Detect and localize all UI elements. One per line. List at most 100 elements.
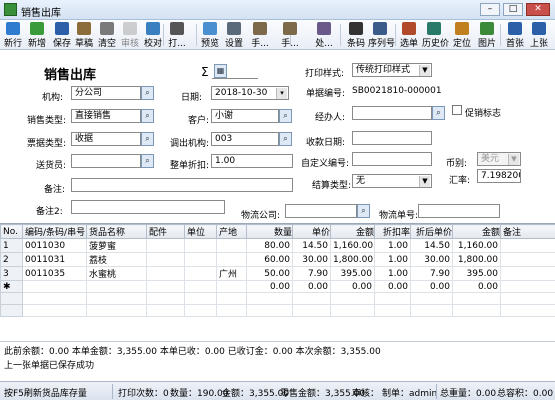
table-cell[interactable]: 0.00 — [292, 280, 331, 293]
calendar-icon[interactable]: ▦ — [214, 64, 227, 78]
table-cell[interactable]: 1.00 — [374, 252, 411, 267]
table-cell[interactable]: 14.50 — [292, 238, 331, 253]
settle-select[interactable]: 无 ▼ — [352, 174, 432, 188]
bill-type-field[interactable]: 收据 — [71, 132, 141, 146]
first-button[interactable]: 首张 — [503, 21, 527, 49]
draft-button[interactable]: 草稿 — [72, 21, 96, 49]
new-button[interactable]: 新增 — [25, 21, 49, 49]
table-cell[interactable]: 0011031 — [22, 252, 87, 267]
org-field[interactable]: 分公司 — [71, 86, 141, 100]
table-cell[interactable] — [146, 280, 185, 293]
close-button[interactable]: ✕ — [526, 3, 550, 16]
table-cell[interactable]: 2 — [0, 252, 23, 267]
column-header[interactable]: 金额 — [452, 224, 501, 239]
prev-button[interactable]: 上张 — [527, 21, 551, 49]
table-cell[interactable]: 1.00 — [374, 266, 411, 281]
courier-field[interactable] — [71, 154, 141, 168]
remark2-field[interactable] — [71, 200, 225, 214]
transfer-org-field[interactable]: 003 — [211, 132, 279, 146]
table-cell[interactable]: 0.00 — [246, 280, 293, 293]
search-icon[interactable]: ⌕ — [141, 154, 154, 168]
table-cell[interactable]: 0.00 — [410, 280, 453, 293]
settings-button[interactable]: 设置 — [222, 21, 246, 49]
barcode-button[interactable]: 条码 — [344, 21, 368, 49]
table-cell[interactable]: 1.00 — [374, 238, 411, 253]
table-cell[interactable]: 3 — [0, 266, 23, 281]
table-cell[interactable] — [500, 238, 555, 253]
history-price-button[interactable]: 历史价 — [422, 21, 449, 49]
process-button[interactable]: 处... — [312, 21, 336, 49]
currency-select[interactable]: 美元 ▼ — [477, 152, 521, 166]
table-cell[interactable]: 广州 — [216, 266, 247, 281]
search-icon[interactable]: ⌕ — [432, 106, 445, 120]
sigma-icon[interactable]: Σ — [201, 65, 209, 79]
new-row-button[interactable]: 新行 — [1, 21, 25, 49]
table-cell[interactable]: 30.00 — [410, 252, 453, 267]
table-cell[interactable] — [184, 266, 217, 281]
table-row[interactable]: 2 0011031 荔枝 60.00 30.00 1,800.00 1.00 30.00 1,8… — [0, 252, 555, 267]
chevron-down-icon[interactable]: ▼ — [419, 176, 430, 187]
column-header[interactable]: 金额 — [330, 224, 375, 239]
table-cell[interactable]: 1,800.00 — [452, 252, 501, 267]
logistics-field[interactable] — [285, 204, 357, 218]
serial-button[interactable]: 序列号 — [368, 21, 395, 49]
table-cell[interactable] — [500, 266, 555, 281]
table-cell[interactable]: 0.00 — [330, 280, 375, 293]
handler-field[interactable] — [352, 106, 432, 120]
table-cell[interactable]: 7.90 — [292, 266, 331, 281]
table-cell[interactable]: 1,160.00 — [452, 238, 501, 253]
logistics-no-field[interactable] — [418, 204, 500, 218]
remark-field[interactable] — [71, 178, 293, 192]
table-cell[interactable]: 菠萝蜜 — [86, 238, 147, 253]
search-icon[interactable]: ⌕ — [357, 204, 370, 218]
column-header[interactable]: 编码/条码/串号 — [22, 224, 87, 239]
table-cell[interactable]: 水蜜桃 — [86, 266, 147, 281]
table-cell[interactable]: 395.00 — [330, 266, 375, 281]
discount-field[interactable]: 1.00 — [211, 154, 293, 168]
search-icon[interactable]: ⌕ — [141, 132, 154, 146]
column-header[interactable]: 单位 — [184, 224, 217, 239]
table-cell[interactable]: 1,160.00 — [330, 238, 375, 253]
table-cell[interactable]: 0.00 — [374, 280, 411, 293]
maximize-button[interactable]: □ — [503, 3, 523, 16]
column-header[interactable]: 折扣率 — [374, 224, 411, 239]
promo-checkbox[interactable] — [452, 105, 462, 115]
select-order-button[interactable]: 选单 — [397, 21, 421, 49]
table-cell[interactable] — [184, 252, 217, 267]
table-cell[interactable]: 50.00 — [246, 266, 293, 281]
table-cell[interactable]: 30.00 — [292, 252, 331, 267]
table-cell[interactable]: 0011035 — [22, 266, 87, 281]
table-cell[interactable] — [500, 252, 555, 267]
table-cell[interactable]: 14.50 — [410, 238, 453, 253]
table-row[interactable]: ✱ 0.00 0.00 0.00 0.00 0.00 0.00 — [0, 280, 555, 293]
table-cell[interactable]: 1,800.00 — [330, 252, 375, 267]
table-cell[interactable]: 荔枝 — [86, 252, 147, 267]
column-header[interactable]: 备注 — [500, 224, 555, 239]
table-cell[interactable]: 7.90 — [410, 266, 453, 281]
minimize-button[interactable]: – — [480, 3, 500, 16]
due-date-field[interactable] — [352, 131, 432, 145]
column-header[interactable]: 折后单价 — [410, 224, 453, 239]
table-cell[interactable] — [86, 280, 147, 293]
date-field[interactable]: 2018-10-30 ▾ — [211, 86, 289, 100]
picture-button[interactable]: 图片 — [475, 21, 499, 49]
table-cell[interactable]: 1 — [0, 238, 23, 253]
table-cell[interactable] — [216, 238, 247, 253]
table-cell[interactable] — [146, 252, 185, 267]
table-cell[interactable] — [216, 252, 247, 267]
clear-button[interactable]: 清空 — [95, 21, 119, 49]
search-icon[interactable]: ⌕ — [279, 132, 292, 146]
print-style-select[interactable]: 传统打印样式 ▼ — [352, 63, 432, 77]
table-cell[interactable]: ✱ — [0, 280, 23, 293]
column-header[interactable]: 数量 — [246, 224, 293, 239]
table-cell[interactable]: 80.00 — [246, 238, 293, 253]
table-cell[interactable]: 0011030 — [22, 238, 87, 253]
column-header[interactable]: 单价 — [292, 224, 331, 239]
locate-button[interactable]: 定位 — [450, 21, 474, 49]
table-cell[interactable] — [184, 238, 217, 253]
table-cell[interactable]: 395.00 — [452, 266, 501, 281]
table-cell[interactable] — [216, 280, 247, 293]
column-header[interactable]: 货品名称 — [86, 224, 147, 239]
preview-button[interactable]: 预览 — [198, 21, 222, 49]
search-icon[interactable]: ⌕ — [279, 109, 292, 123]
